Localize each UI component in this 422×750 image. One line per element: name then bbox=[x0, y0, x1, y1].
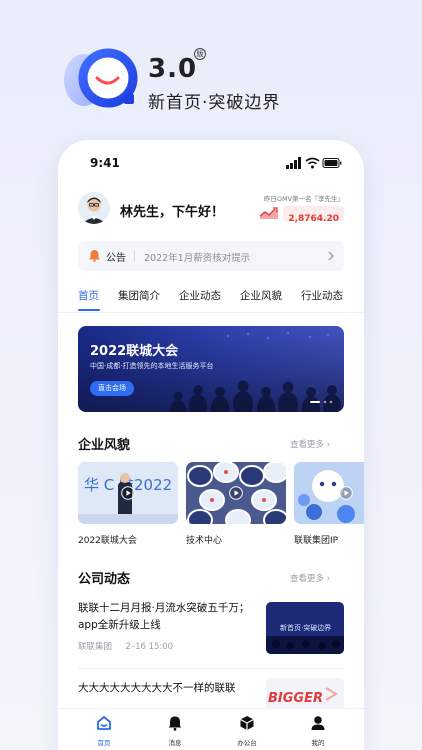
greeting-text: 林先生，下午好！ bbox=[120, 205, 225, 220]
brand-version: 3.0 bbox=[148, 54, 198, 84]
chevron-right-icon bbox=[328, 251, 334, 261]
bell-icon bbox=[168, 716, 182, 731]
banner-title: 2022联城大会 bbox=[90, 344, 179, 359]
gmv-rank[interactable]: 昨日GMV第一名『李先生』 2,8764.20 bbox=[244, 193, 344, 225]
video-thumbnail bbox=[294, 462, 364, 524]
user-icon bbox=[311, 716, 325, 730]
brand-slogan: 新首页·突破边界 bbox=[148, 93, 281, 113]
nav-home[interactable]: 首页 bbox=[84, 715, 124, 749]
carousel-dots bbox=[310, 400, 333, 404]
status-time: 9:41 bbox=[90, 156, 120, 170]
news-section-more[interactable]: 查看更多 › bbox=[290, 572, 330, 584]
banner-subtitle: 中国·成都·打造领先的本地生活服务平台 bbox=[90, 362, 214, 370]
video-card[interactable]: 联联集团IP bbox=[294, 462, 364, 546]
brand-header: 3.0 版 新首页·突破边界 bbox=[60, 46, 400, 116]
news-thumb-text: BIGGER bbox=[268, 691, 323, 706]
home-icon bbox=[97, 716, 111, 730]
video-card[interactable]: 技术中心 bbox=[186, 462, 286, 546]
nav-workbench[interactable]: 办公台 bbox=[227, 715, 267, 749]
nav-label: 消息 bbox=[168, 739, 182, 747]
video-thumbnail: 华 C 唯2022 bbox=[78, 462, 178, 524]
news-divider bbox=[78, 668, 344, 669]
style-more-label: 查看更多 bbox=[290, 440, 325, 450]
banner-button[interactable]: 直击会场 bbox=[90, 381, 134, 396]
avatar-image bbox=[78, 192, 110, 224]
news-section-title: 公司动态 bbox=[78, 572, 131, 587]
video-thumbnail bbox=[186, 462, 286, 524]
brand-badge: 版 bbox=[194, 48, 206, 60]
bell-icon bbox=[89, 250, 100, 262]
style-section-more[interactable]: 查看更多 › bbox=[290, 438, 330, 450]
play-icon bbox=[339, 486, 353, 500]
tab-bar: 首页 集团简介 企业动态 企业风貌 行业动态 bbox=[78, 288, 364, 312]
notice-tag: 公告 bbox=[106, 253, 126, 264]
tab-company-news[interactable]: 企业动态 bbox=[179, 288, 221, 303]
tab-divider bbox=[58, 312, 364, 313]
gmv-label: 昨日GMV第一名『李先生』 bbox=[263, 195, 344, 203]
nav-messages[interactable]: 消息 bbox=[155, 715, 195, 749]
news-item[interactable]: 联联十二月月报·月流水突破五千万；app全新升级上线 联联集团 2–16 15:… bbox=[78, 600, 344, 664]
notice-text: 2022年1月薪资核对提示 bbox=[144, 253, 251, 264]
video-caption: 联联集团IP bbox=[294, 536, 339, 546]
video-card[interactable]: 华 C 唯2022 2022联城大会 bbox=[78, 462, 178, 546]
play-icon bbox=[229, 486, 243, 500]
news-title: 大大大大大大大大大不一样的联联 bbox=[78, 682, 236, 694]
chevron-right-icon: › bbox=[326, 440, 331, 450]
status-icons bbox=[286, 157, 342, 169]
signal-icon bbox=[286, 157, 301, 169]
video-image bbox=[294, 462, 364, 524]
news-meta: 联联集团 2–16 15:00 bbox=[78, 640, 173, 652]
nav-label: 首页 bbox=[97, 739, 111, 747]
avatar[interactable] bbox=[78, 192, 110, 224]
wifi-icon bbox=[305, 157, 320, 169]
notice-divider bbox=[134, 250, 135, 262]
chevron-right-icon: › bbox=[326, 574, 331, 584]
play-icon bbox=[121, 486, 135, 500]
app-logo-icon bbox=[64, 48, 138, 108]
news-date: 2–16 15:00 bbox=[125, 642, 174, 652]
news-more-label: 查看更多 bbox=[290, 574, 325, 584]
video-caption: 技术中心 bbox=[186, 536, 223, 546]
gmv-value: 2,8764.20 bbox=[288, 214, 339, 224]
event-banner[interactable]: 2022联城大会 中国·成都·打造领先的本地生活服务平台 直击会场 bbox=[78, 326, 344, 412]
cube-icon bbox=[240, 716, 254, 730]
tab-group-intro[interactable]: 集团简介 bbox=[118, 288, 160, 303]
news-image: 新首页·突破边界 bbox=[266, 602, 344, 654]
tab-home[interactable]: 首页 bbox=[78, 288, 99, 303]
phone-frame: 9:41 林先生，下午好！ 昨日GMV第一名『李先生』 2,8764.20 公告… bbox=[58, 140, 364, 750]
tab-industry-news[interactable]: 行业动态 bbox=[301, 288, 343, 303]
news-title: 联联十二月月报·月流水突破五千万；app全新升级上线 bbox=[78, 602, 250, 631]
news-thumb-text: 新首页·突破边界 bbox=[280, 623, 331, 632]
style-section-title: 企业风貌 bbox=[78, 438, 131, 453]
trend-up-icon bbox=[260, 207, 278, 219]
notice-bar[interactable]: 公告 2022年1月薪资核对提示 bbox=[78, 241, 344, 271]
nav-profile[interactable]: 我的 bbox=[298, 715, 338, 749]
battery-icon bbox=[322, 158, 342, 168]
gmv-value-badge: 2,8764.20 bbox=[283, 206, 344, 224]
video-caption: 2022联城大会 bbox=[78, 536, 137, 546]
nav-label: 我的 bbox=[311, 739, 325, 747]
tab-company-style[interactable]: 企业风貌 bbox=[240, 288, 282, 303]
bottom-nav: 首页 消息 办公台 我的 bbox=[58, 708, 364, 750]
nav-label: 办公台 bbox=[237, 739, 257, 747]
tab-active-indicator bbox=[78, 309, 100, 311]
news-source: 联联集团 bbox=[78, 642, 113, 652]
news-thumbnail: 新首页·突破边界 bbox=[266, 602, 344, 654]
greeting-row: 林先生，下午好！ 昨日GMV第一名『李先生』 2,8764.20 bbox=[78, 192, 344, 228]
status-bar: 9:41 bbox=[58, 140, 364, 184]
